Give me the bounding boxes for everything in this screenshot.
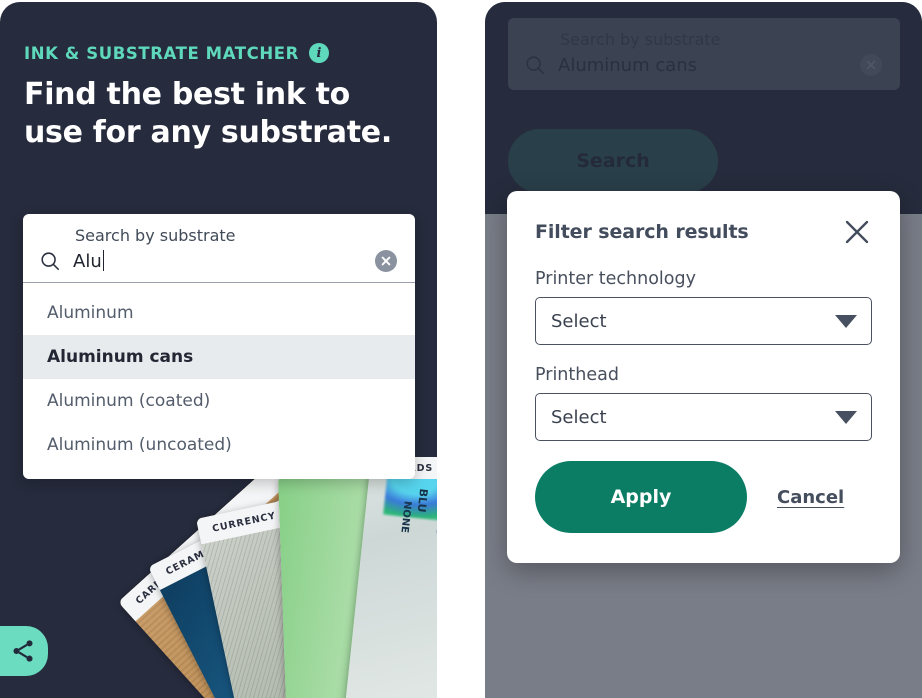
right-phone-panel: Search by substrate Aluminum cans xyxy=(485,2,922,698)
chevron-down-icon xyxy=(835,410,857,424)
apply-button[interactable]: Apply xyxy=(535,461,747,533)
substrate-search-card: Search by substrate Alu Aluminum Aluminu… xyxy=(23,214,415,479)
filter-dialog: Filter search results Printer technology… xyxy=(507,191,900,563)
suggestion-list: Aluminum Aluminum cans Aluminum (coated)… xyxy=(23,283,415,479)
printhead-select[interactable]: Select xyxy=(535,393,872,441)
printhead-label: Printhead xyxy=(535,365,619,385)
cancel-link[interactable]: Cancel xyxy=(777,487,844,508)
clear-icon[interactable] xyxy=(375,250,397,272)
search-icon xyxy=(39,250,61,272)
info-icon[interactable]: i xyxy=(308,43,329,63)
page-title: Find the best ink to use for any substra… xyxy=(24,77,392,150)
printer-technology-value: Select xyxy=(551,310,607,332)
id-card-text: NONE xyxy=(398,500,413,534)
dialog-header: Filter search results xyxy=(535,217,872,247)
eyebrow-row: INK & SUBSTRATE MATCHER i xyxy=(24,43,329,63)
id-card-text: BLU xyxy=(414,487,431,514)
dialog-title: Filter search results xyxy=(535,221,749,243)
printer-technology-label: Printer technology xyxy=(535,269,696,289)
eyebrow-label: INK & SUBSTRATE MATCHER xyxy=(24,43,299,63)
left-phone-panel: INK & SUBSTRATE MATCHER i .eyebrow-row >… xyxy=(0,2,437,698)
printhead-value: Select xyxy=(551,406,607,428)
list-item[interactable]: Aluminum (uncoated) xyxy=(23,423,415,467)
list-item[interactable]: Aluminum cans xyxy=(23,335,415,379)
text-caret xyxy=(102,250,105,271)
substrate-collage-image: CARDBOARD CERAMICS CURRENCY xyxy=(0,457,437,698)
chevron-down-icon xyxy=(835,314,857,328)
search-input[interactable]: Alu xyxy=(73,250,363,272)
search-label: Search by substrate xyxy=(75,226,236,245)
share-button[interactable] xyxy=(0,626,48,676)
dialog-actions: Apply Cancel xyxy=(535,461,872,533)
close-icon[interactable] xyxy=(842,217,872,247)
list-item[interactable]: Aluminum xyxy=(23,291,415,335)
search-input-value: Alu xyxy=(73,251,102,272)
list-item[interactable]: Aluminum (coated) xyxy=(23,379,415,423)
share-icon xyxy=(13,640,33,662)
screenshot-root: INK & SUBSTRATE MATCHER i .eyebrow-row >… xyxy=(0,0,922,698)
search-field-wrapper: Search by substrate Alu xyxy=(23,214,415,283)
search-row: Alu xyxy=(39,250,399,272)
id-card-text: 12-14-2 xyxy=(436,577,437,621)
printer-technology-select[interactable]: Select xyxy=(535,297,872,345)
